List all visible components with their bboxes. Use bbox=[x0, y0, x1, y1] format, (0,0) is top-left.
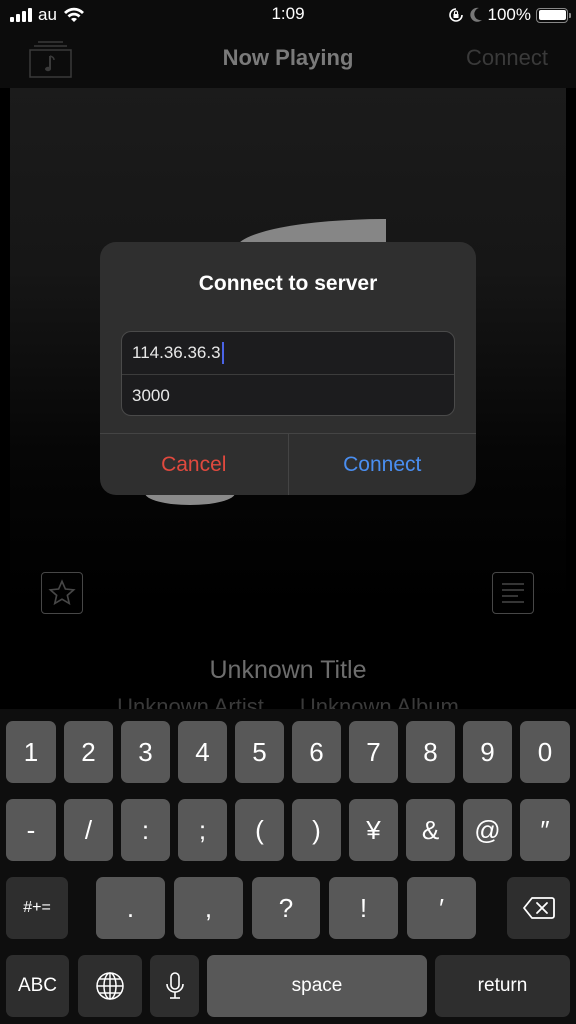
port-input[interactable]: 3000 bbox=[122, 374, 454, 415]
backspace-icon bbox=[522, 897, 555, 919]
key-open-paren[interactable]: ( bbox=[235, 799, 284, 861]
key-1[interactable]: 1 bbox=[6, 721, 56, 783]
connect-dialog: Connect to server 114.36.36.3 3000 Cance… bbox=[100, 242, 476, 495]
orientation-lock-icon bbox=[448, 8, 463, 22]
cancel-button[interactable]: Cancel bbox=[100, 434, 288, 495]
port-input-value: 3000 bbox=[132, 385, 170, 405]
keyboard: 1 2 3 4 5 6 7 8 9 0 - / : ; ( ) ¥ & @ ″ … bbox=[0, 709, 576, 1024]
key-5[interactable]: 5 bbox=[235, 721, 284, 783]
moon-icon bbox=[469, 7, 482, 22]
status-bar: au 1:09 100% bbox=[0, 0, 576, 30]
key-at[interactable]: @ bbox=[463, 799, 512, 861]
backspace-key[interactable] bbox=[507, 877, 570, 939]
key-close-paren[interactable]: ) bbox=[292, 799, 341, 861]
lyrics-button[interactable] bbox=[492, 572, 534, 614]
key-7[interactable]: 7 bbox=[349, 721, 398, 783]
dialog-title: Connect to server bbox=[198, 272, 378, 295]
battery-level bbox=[538, 10, 566, 20]
host-input[interactable]: 114.36.36.3 bbox=[122, 332, 454, 374]
key-comma[interactable]: , bbox=[174, 877, 243, 939]
key-yen[interactable]: ¥ bbox=[349, 799, 398, 861]
status-right: 100% bbox=[448, 5, 571, 25]
globe-icon bbox=[96, 972, 124, 1000]
key-6[interactable]: 6 bbox=[292, 721, 341, 783]
dictation-key[interactable] bbox=[150, 955, 199, 1017]
key-question[interactable]: ? bbox=[252, 877, 320, 939]
favorite-button[interactable] bbox=[41, 572, 83, 614]
key-ampersand[interactable]: & bbox=[406, 799, 455, 861]
key-9[interactable]: 9 bbox=[463, 721, 512, 783]
key-4[interactable]: 4 bbox=[178, 721, 227, 783]
track-title: Unknown Title bbox=[209, 656, 367, 684]
key-0[interactable]: 0 bbox=[520, 721, 570, 783]
space-key[interactable]: space bbox=[207, 955, 427, 1017]
key-hyphen[interactable]: - bbox=[6, 799, 56, 861]
lyrics-icon bbox=[502, 583, 524, 603]
connect-button[interactable]: Connect bbox=[287, 434, 477, 495]
key-double-quote[interactable]: ″ bbox=[520, 799, 570, 861]
key-symbols[interactable]: #+= bbox=[6, 877, 68, 939]
key-semicolon[interactable]: ; bbox=[178, 799, 227, 861]
key-2[interactable]: 2 bbox=[64, 721, 113, 783]
microphone-icon bbox=[165, 972, 184, 999]
globe-key[interactable] bbox=[78, 955, 142, 1017]
key-colon[interactable]: : bbox=[121, 799, 170, 861]
dialog-actions: Cancel Connect bbox=[100, 433, 476, 495]
dialog-fields: 114.36.36.3 3000 bbox=[121, 331, 455, 416]
abc-key[interactable]: ABC bbox=[6, 955, 69, 1017]
return-key[interactable]: return bbox=[435, 955, 570, 1017]
key-exclamation[interactable]: ! bbox=[329, 877, 398, 939]
battery-icon bbox=[536, 7, 571, 23]
battery-percent: 100% bbox=[487, 5, 531, 24]
key-apostrophe[interactable]: ′ bbox=[407, 877, 476, 939]
key-8[interactable]: 8 bbox=[406, 721, 455, 783]
key-slash[interactable]: / bbox=[64, 799, 113, 861]
nav-bar: Now Playing Connect bbox=[0, 30, 576, 88]
nav-connect-button[interactable]: Connect bbox=[466, 45, 548, 71]
host-input-value: 114.36.36.3 bbox=[132, 343, 221, 362]
text-caret bbox=[221, 342, 224, 364]
star-icon bbox=[48, 579, 76, 606]
key-3[interactable]: 3 bbox=[121, 721, 170, 783]
key-period[interactable]: . bbox=[96, 877, 165, 939]
